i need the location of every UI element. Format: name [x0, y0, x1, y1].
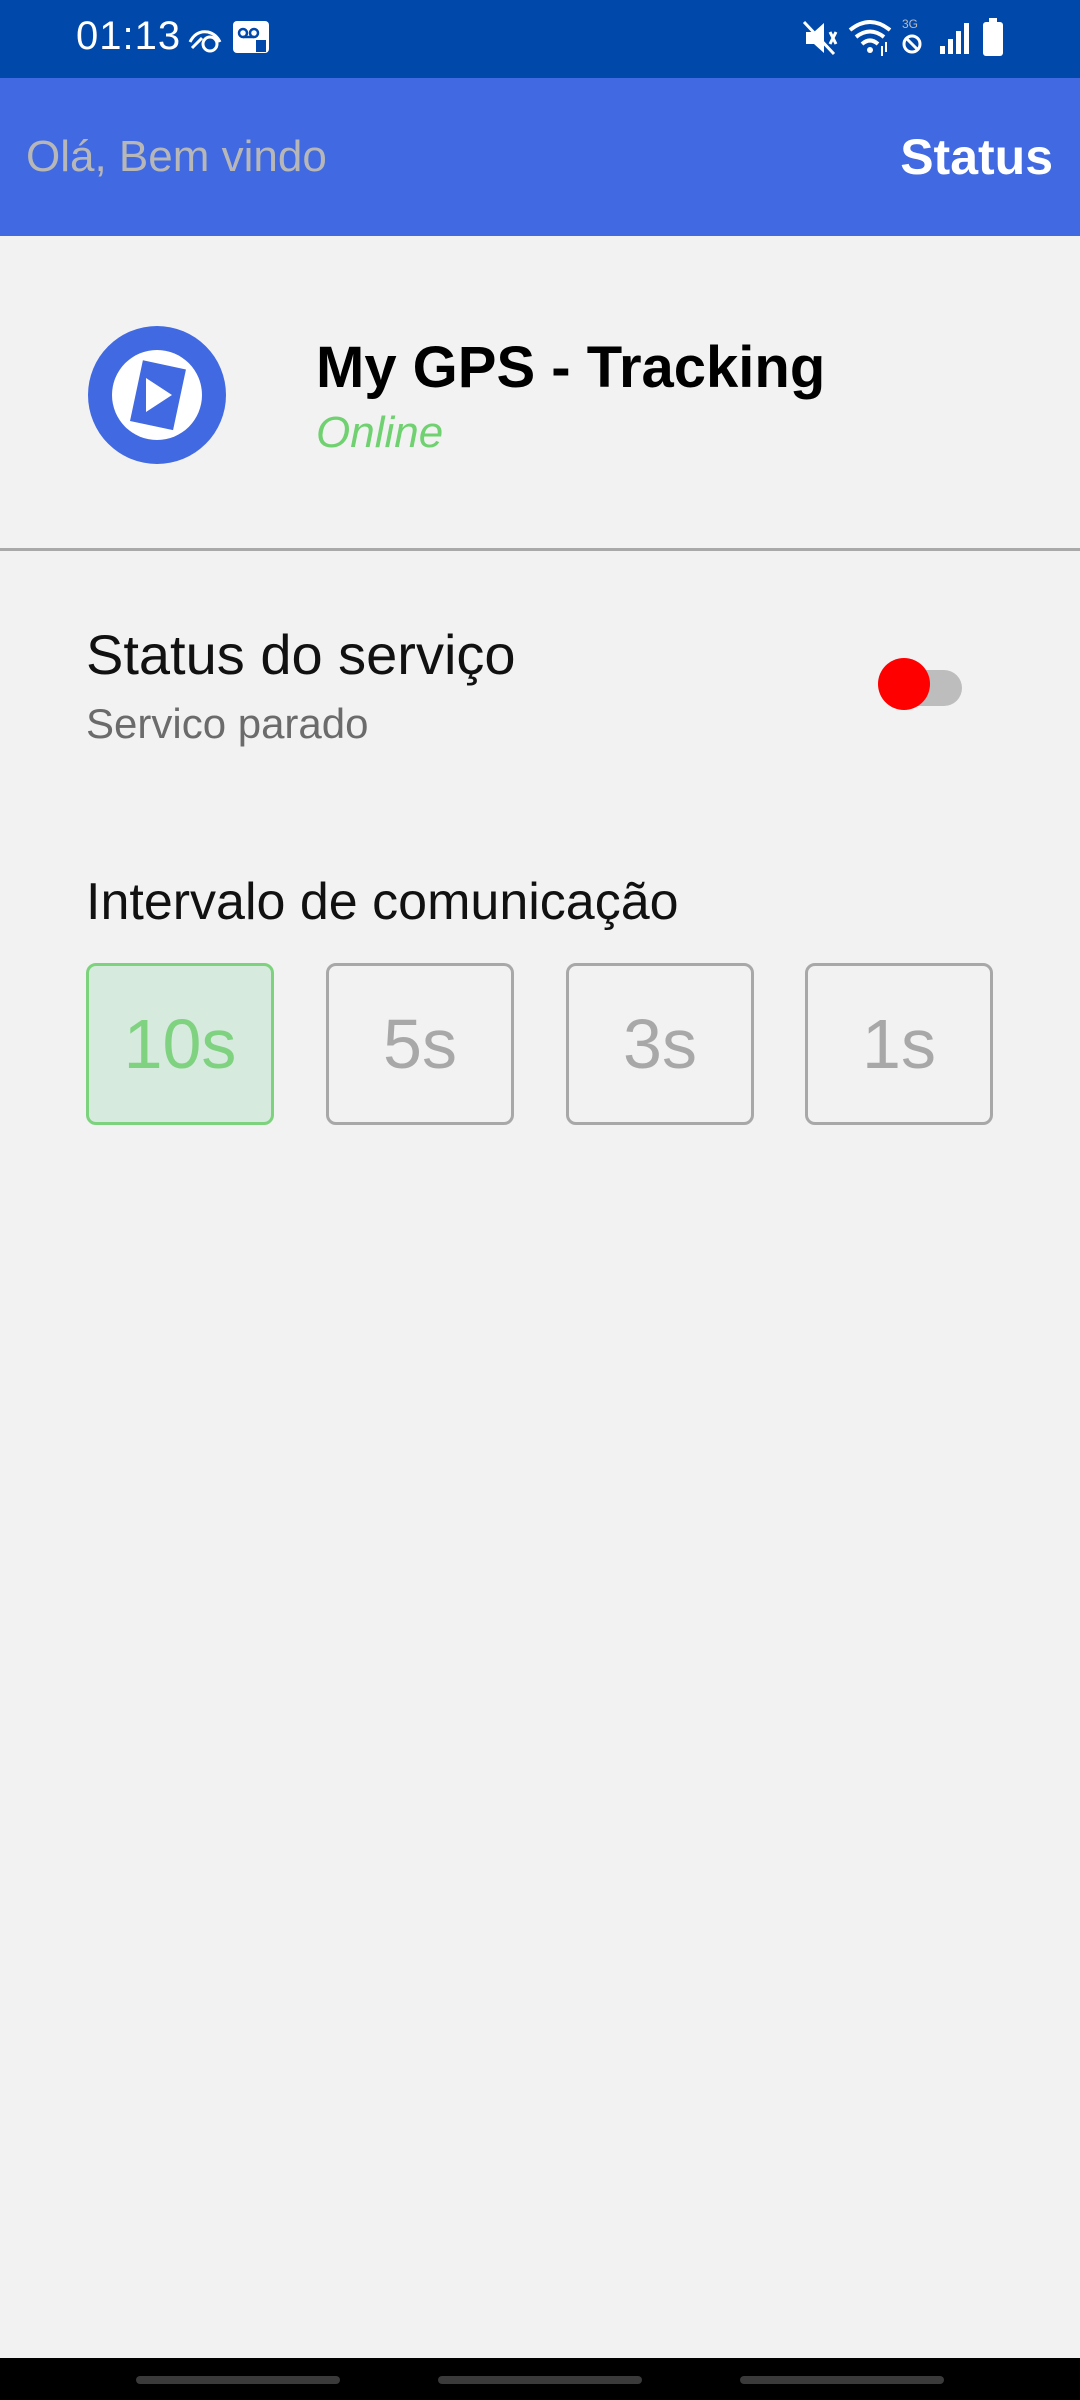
voicemail-icon: [233, 21, 269, 53]
divider: [0, 548, 1080, 551]
greeting-text: Olá, Bem vindo: [26, 132, 327, 181]
notification-icon: [188, 30, 222, 53]
interval-option-1s[interactable]: 1s: [805, 963, 993, 1125]
navigation-bar: [0, 2358, 1080, 2400]
play-location-icon: [88, 326, 226, 464]
data-saver-icon: 3G: [902, 17, 922, 54]
toggle-thumb: [878, 658, 930, 710]
nav-back-handle[interactable]: [740, 2376, 944, 2384]
service-toggle[interactable]: [878, 654, 962, 714]
wifi-icon: [848, 20, 892, 56]
app-name: My GPS - Tracking: [316, 335, 826, 400]
nav-recents-handle[interactable]: [136, 2376, 340, 2384]
app-bar: Olá, Bem vindo Status: [0, 78, 1080, 236]
battery-icon: [983, 18, 1003, 56]
status-bar: 01:13 3G: [0, 0, 1080, 78]
service-status-title: Status do serviço: [86, 623, 516, 686]
page-title: Status: [900, 129, 1053, 185]
interval-option-3s[interactable]: 3s: [566, 963, 754, 1125]
nav-home-handle[interactable]: [438, 2376, 642, 2384]
signal-icon: [940, 23, 969, 54]
status-time: 01:13: [76, 14, 182, 58]
interval-title: Intervalo de comunicação: [86, 873, 679, 931]
interval-option-5s[interactable]: 5s: [326, 963, 514, 1125]
service-status-subtitle: Servico parado: [86, 700, 369, 747]
mute-icon: [802, 20, 838, 56]
app-header: My GPS - Tracking Online: [0, 236, 1080, 549]
svg-text:3G: 3G: [902, 17, 918, 31]
connection-status: Online: [316, 408, 444, 457]
interval-option-10s[interactable]: 10s: [86, 963, 274, 1125]
